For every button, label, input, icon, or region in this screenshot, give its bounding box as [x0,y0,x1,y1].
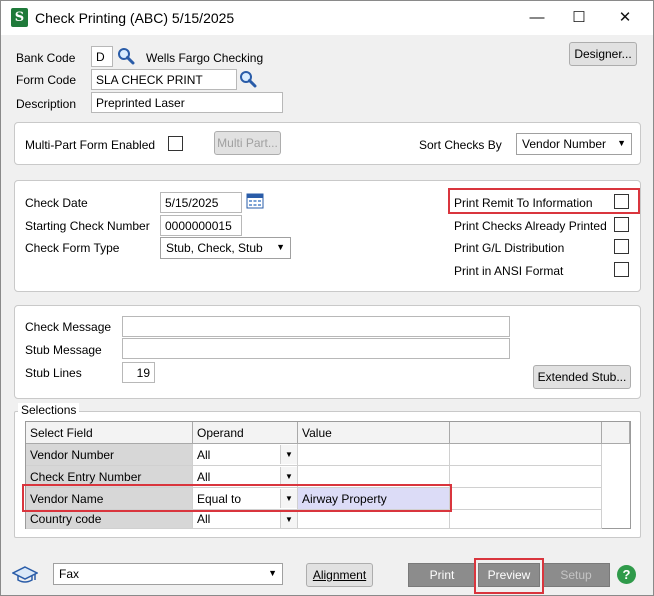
print-gl-distribution-label: Print G/L Distribution [454,241,565,255]
chevron-down-icon[interactable]: ▼ [280,445,297,464]
starting-check-field[interactable]: 0000000015 [160,215,242,236]
stub-lines-label: Stub Lines [25,366,82,380]
row-vendor-name-blank [450,488,602,510]
calendar-icon[interactable] [246,193,264,209]
chevron-down-icon: ▼ [617,138,626,148]
print-ansi-checkbox[interactable] [614,262,629,277]
bank-code-field[interactable]: D [91,46,113,67]
column-header-select-field[interactable]: Select Field [26,422,193,444]
form-code-field[interactable]: SLA CHECK PRINT [91,69,237,90]
stub-message-field[interactable] [122,338,510,359]
highlight-vendor-name-row [22,484,452,512]
column-header-value[interactable]: Value [298,422,450,444]
bank-code-label: Bank Code [16,51,76,65]
multipart-label: Multi-Part Form Enabled [25,138,156,152]
output-value: Fax [59,567,80,581]
designer-button[interactable]: Designer... [569,42,637,66]
help-icon[interactable]: ? [617,565,636,584]
sort-checks-label: Sort Checks By [419,138,502,152]
check-message-field[interactable] [122,316,510,337]
setup-button[interactable]: Setup [542,563,610,587]
multipart-checkbox[interactable] [168,136,183,151]
description-field[interactable]: Preprinted Laser [91,92,283,113]
starting-check-label: Starting Check Number [25,219,150,233]
check-form-type-select[interactable]: Stub, Check, Stub ▼ [160,237,291,259]
check-form-type-value: Stub, Check, Stub [166,241,263,255]
sort-checks-value: Vendor Number [522,137,607,151]
graduation-cap-icon[interactable] [12,565,38,585]
sort-checks-select[interactable]: Vendor Number ▼ [516,133,632,155]
highlight-print-remit [448,188,640,214]
print-button[interactable]: Print [408,563,476,587]
print-ansi-label: Print in ANSI Format [454,264,564,278]
form-code-lookup-icon[interactable] [239,70,257,88]
row-vendor-number-field[interactable]: Vendor Number [26,444,193,466]
chevron-down-icon[interactable]: ▼ [280,511,297,528]
row-vendor-number-value[interactable] [298,444,450,466]
output-select[interactable]: Fax ▼ [53,563,283,585]
check-form-type-label: Check Form Type [25,241,120,255]
row-country-code-blank [450,510,602,529]
row-country-code-value[interactable] [298,510,450,529]
description-label: Description [16,97,77,111]
alignment-button[interactable]: Alignment [306,563,373,587]
chevron-down-icon: ▼ [268,568,277,578]
bank-code-lookup-icon[interactable] [117,47,135,65]
maximize-button[interactable]: ☐ [557,3,601,33]
multipart-button[interactable]: Multi Part... [214,131,281,155]
row-country-code-field[interactable]: Country code [26,510,193,529]
check-message-label: Check Message [25,320,112,334]
selections-grid: Select Field Operand Value Vendor Number… [25,421,631,529]
print-already-printed-checkbox[interactable] [614,217,629,232]
close-button[interactable]: ✕ [603,3,647,33]
app-logo-icon: S [11,8,28,27]
minimize-button[interactable]: — [515,3,559,33]
selections-label: Selections [18,403,80,417]
bank-name: Wells Fargo Checking [146,51,264,65]
row-vendor-number-blank [450,444,602,466]
row-check-entry-blank [450,466,602,488]
title-bar: S Check Printing (ABC) 5/15/2025 — ☐ ✕ [1,1,653,35]
print-gl-distribution-checkbox[interactable] [614,239,629,254]
check-date-field[interactable]: 5/15/2025 [160,192,242,213]
stub-lines-field[interactable]: 19 [122,362,155,383]
window-title: Check Printing (ABC) 5/15/2025 [35,10,235,26]
print-already-printed-label: Print Checks Already Printed [454,219,607,233]
stub-message-label: Stub Message [25,343,102,357]
column-header-operand[interactable]: Operand [193,422,298,444]
column-header-blank [450,422,602,444]
form-code-label: Form Code [16,73,77,87]
chevron-down-icon: ▼ [276,242,285,252]
check-date-label: Check Date [25,196,88,210]
highlight-preview-button [474,558,544,594]
column-header-extra [602,422,630,444]
check-printing-window: S Check Printing (ABC) 5/15/2025 — ☐ ✕ B… [0,0,654,596]
extended-stub-button[interactable]: Extended Stub... [533,365,631,389]
